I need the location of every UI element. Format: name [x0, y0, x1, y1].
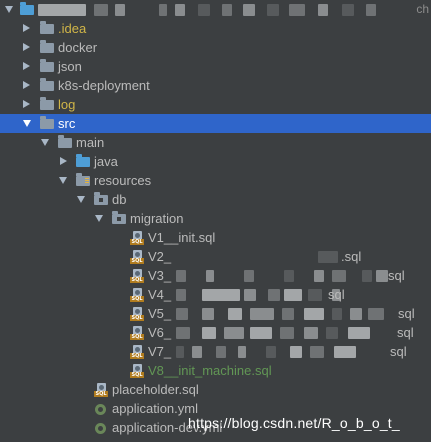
tree-row-log[interactable]: log [0, 95, 431, 114]
tree-row-db[interactable]: db [0, 190, 431, 209]
tree-row-v3[interactable]: SQL V3_ sql [0, 266, 431, 285]
watermark-text: https://blog.csdn.net/R_o_b_o_t_ [188, 415, 400, 431]
file-label-v5-prefix: V5_ [148, 306, 172, 321]
file-label-v7-suffix: sql [390, 344, 407, 359]
tree-row-java[interactable]: java [0, 152, 431, 171]
tree-row-v5[interactable]: SQL V5_ sql [0, 304, 431, 323]
chevron-right-icon[interactable] [58, 152, 70, 171]
file-label-v3-prefix: V3_ [148, 268, 172, 283]
source-folder-icon [76, 154, 90, 167]
sql-file-icon: SQL [130, 231, 144, 245]
sql-file-icon: SQL [130, 307, 144, 321]
folder-icon [40, 97, 54, 110]
folder-label-k8s: k8s-deployment [58, 78, 150, 93]
sql-file-icon: SQL [130, 326, 144, 340]
chevron-right-icon[interactable] [21, 57, 33, 76]
chevron-right-icon[interactable] [21, 19, 33, 38]
file-label-v3-suffix: sql [388, 268, 405, 283]
redacted-root-name [38, 0, 376, 19]
chevron-right-icon[interactable] [21, 95, 33, 114]
tree-row-v1[interactable]: SQL V1__init.sql [0, 228, 431, 247]
tree-row-idea[interactable]: .idea [0, 19, 431, 38]
folder-label-json: json [58, 59, 82, 74]
folder-label-idea: .idea [58, 21, 87, 36]
module-folder-icon [20, 2, 34, 15]
folder-label-log: log [58, 97, 76, 112]
file-label-v4-suffix: sql [328, 287, 345, 302]
folder-label-java: java [94, 154, 118, 169]
spring-config-icon [94, 421, 108, 435]
tree-row-v7[interactable]: SQL V7_ sql [0, 342, 431, 361]
redacted-text [176, 304, 384, 323]
file-label-v2-suffix: .sql [341, 249, 362, 264]
chevron-right-icon[interactable] [21, 38, 33, 57]
chevron-down-icon[interactable] [94, 209, 106, 228]
file-label-v5-suffix: sql [398, 306, 415, 321]
tree-row-docker[interactable]: docker [0, 38, 431, 57]
file-label-v6-prefix: V6_ [148, 325, 172, 340]
folder-label-migration: migration [130, 211, 184, 226]
tree-row-v6[interactable]: SQL V6_ sql [0, 323, 431, 342]
file-label-application: application.yml [112, 401, 198, 416]
tree-row-placeholder[interactable]: SQL placeholder.sql [0, 380, 431, 399]
tree-row-root[interactable]: ch [0, 0, 431, 19]
tree-row-json[interactable]: json [0, 57, 431, 76]
folder-icon [40, 21, 54, 34]
tree-row-resources[interactable]: resources [0, 171, 431, 190]
tree-row-v4[interactable]: SQL V4_ sql [0, 285, 431, 304]
tree-row-migration[interactable]: migration [0, 209, 431, 228]
folder-icon [40, 59, 54, 72]
folder-label-src: src [58, 116, 76, 131]
sql-file-icon: SQL [130, 269, 144, 283]
tree-row-src[interactable]: src [0, 114, 431, 133]
project-tree: ch .idea docker json k8s-deployment log … [0, 0, 431, 437]
file-label-v4-prefix: V4_ [148, 287, 172, 302]
sql-file-icon: SQL [94, 383, 108, 397]
tree-row-k8s[interactable]: k8s-deployment [0, 76, 431, 95]
redacted-text [176, 285, 340, 304]
chevron-down-icon[interactable] [40, 133, 52, 152]
chevron-right-icon[interactable] [21, 76, 33, 95]
redacted-text [318, 247, 338, 266]
sql-file-icon: SQL [130, 250, 144, 264]
folder-icon [40, 40, 54, 53]
file-label-v8: V8__init_machine.sql [148, 363, 272, 378]
sql-file-icon: SQL [130, 288, 144, 302]
chevron-down-icon[interactable] [76, 190, 88, 209]
file-label-v2-prefix: V2_ [148, 249, 172, 264]
sql-file-icon: SQL [130, 345, 144, 359]
spring-config-icon [94, 402, 108, 416]
folder-label-docker: docker [58, 40, 98, 55]
tree-row-v8[interactable]: SQL V8__init_machine.sql [0, 361, 431, 380]
header-right-text: ch [416, 2, 429, 16]
resources-folder-icon [76, 173, 90, 186]
chevron-down-icon[interactable] [22, 114, 34, 133]
chevron-down-icon[interactable] [4, 0, 16, 19]
tree-row-main[interactable]: main [0, 133, 431, 152]
package-folder-icon [94, 192, 108, 205]
folder-icon [40, 78, 54, 91]
redacted-text [176, 266, 388, 285]
tree-row-v2[interactable]: SQL V2_ .sql [0, 247, 431, 266]
redacted-text [176, 323, 370, 342]
sql-file-icon: SQL [130, 364, 144, 378]
chevron-down-icon[interactable] [58, 171, 70, 190]
folder-icon [40, 116, 54, 129]
file-label-v1: V1__init.sql [148, 230, 216, 245]
package-folder-icon [112, 211, 126, 224]
folder-label-resources: resources [94, 173, 152, 188]
file-label-v7-prefix: V7_ [148, 344, 172, 359]
redacted-text [176, 342, 356, 361]
folder-icon [58, 135, 72, 148]
folder-label-main: main [76, 135, 105, 150]
folder-label-db: db [112, 192, 127, 207]
file-label-placeholder: placeholder.sql [112, 382, 199, 397]
file-label-v6-suffix: sql [397, 325, 414, 340]
